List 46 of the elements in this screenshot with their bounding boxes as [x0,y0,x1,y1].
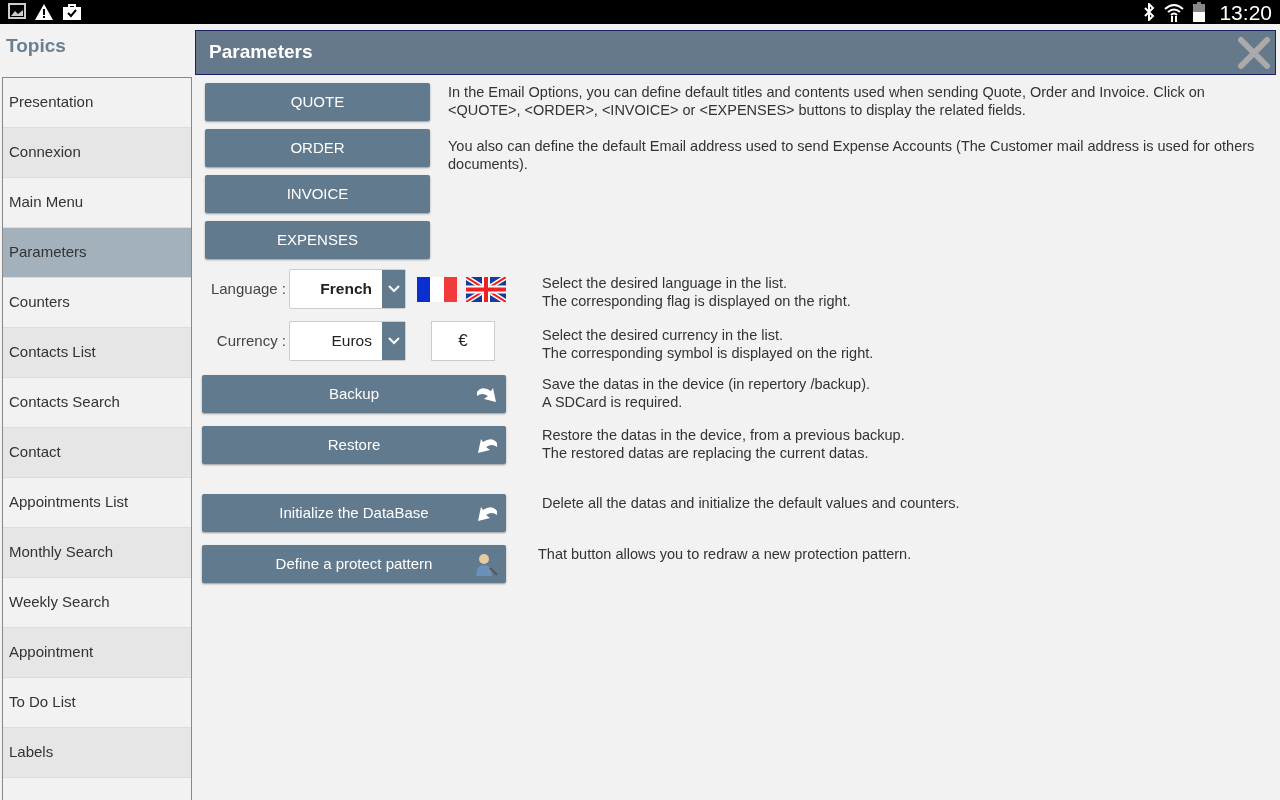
intro-paragraph: In the Email Options, you can define default titles and contents used when sending Quote, Order and Invoice. Click on <QUOTE>, <ORDER>, <INVOICE> or <EXPENSES> buttons to display the related fields. [448,83,1206,119]
language-dropdown[interactable]: French [289,269,406,309]
sidebar-item[interactable]: Contact [3,428,191,478]
help-text: A SDCard is required. [542,393,684,411]
email-type-button[interactable]: ORDER [205,129,430,167]
field-label: Language : [209,278,287,299]
currency-dropdown[interactable]: Euros [289,321,406,361]
wifi-icon [1163,2,1186,22]
bluetooth-icon [1143,3,1156,21]
image-icon [8,3,26,19]
clock-time: 13:20 [1219,1,1272,23]
help-text: Restore the datas in the device, from a previous backup. [542,426,905,444]
help-text: The corresponding symbol is displayed on the right. [542,344,874,362]
sidebar-item[interactable]: Connexion [3,128,191,178]
panel-title: Parameters [209,41,313,64]
intro-paragraph: You also can define the default Email address used to send Expense Accounts (The Customer mail address is used for others documents). [448,137,1256,173]
help-text: Select the desired language in the list. [542,274,789,292]
action-button[interactable]: Initialize the DataBase [202,494,506,532]
help-text: Delete all the datas and initialize the default values and counters. [542,494,960,512]
help-text: That button allows you to redraw a new protection pattern. [538,545,912,563]
sidebar-item[interactable]: Contacts List [3,328,191,378]
sidebar-item[interactable]: Appointment [3,628,191,678]
email-type-button[interactable]: INVOICE [205,175,430,213]
sidebar-item[interactable]: Labels [3,728,191,778]
email-type-button[interactable]: EXPENSES [205,221,430,259]
sidebar-item[interactable]: Monthly Search [3,528,191,578]
caret-icon [387,337,400,345]
sidebar-item[interactable]: Parameters [3,228,191,278]
action-button[interactable]: Restore [202,426,506,464]
flag-icon[interactable] [466,276,506,302]
currency-symbol: € [431,321,495,361]
action-button[interactable]: Define a protect pattern [202,545,506,583]
person-icon [474,552,500,576]
caret-icon [387,285,400,293]
bag-check-icon [62,3,82,21]
flag-icon[interactable] [417,276,457,302]
help-text: The corresponding flag is displayed on the right. [542,292,851,310]
action-button[interactable]: Backup [202,375,506,413]
help-text: The restored datas are replacing the current datas. [542,444,870,462]
field-label: Currency : [215,330,287,351]
email-type-button[interactable]: QUOTE [205,83,430,121]
help-text: Select the desired currency in the list. [542,326,784,344]
help-text: Save the datas in the device (in repertory /backup). [542,375,871,393]
warning-icon [34,3,54,21]
battery-icon [1193,2,1206,22]
sidebar-title: Topics [5,34,67,58]
